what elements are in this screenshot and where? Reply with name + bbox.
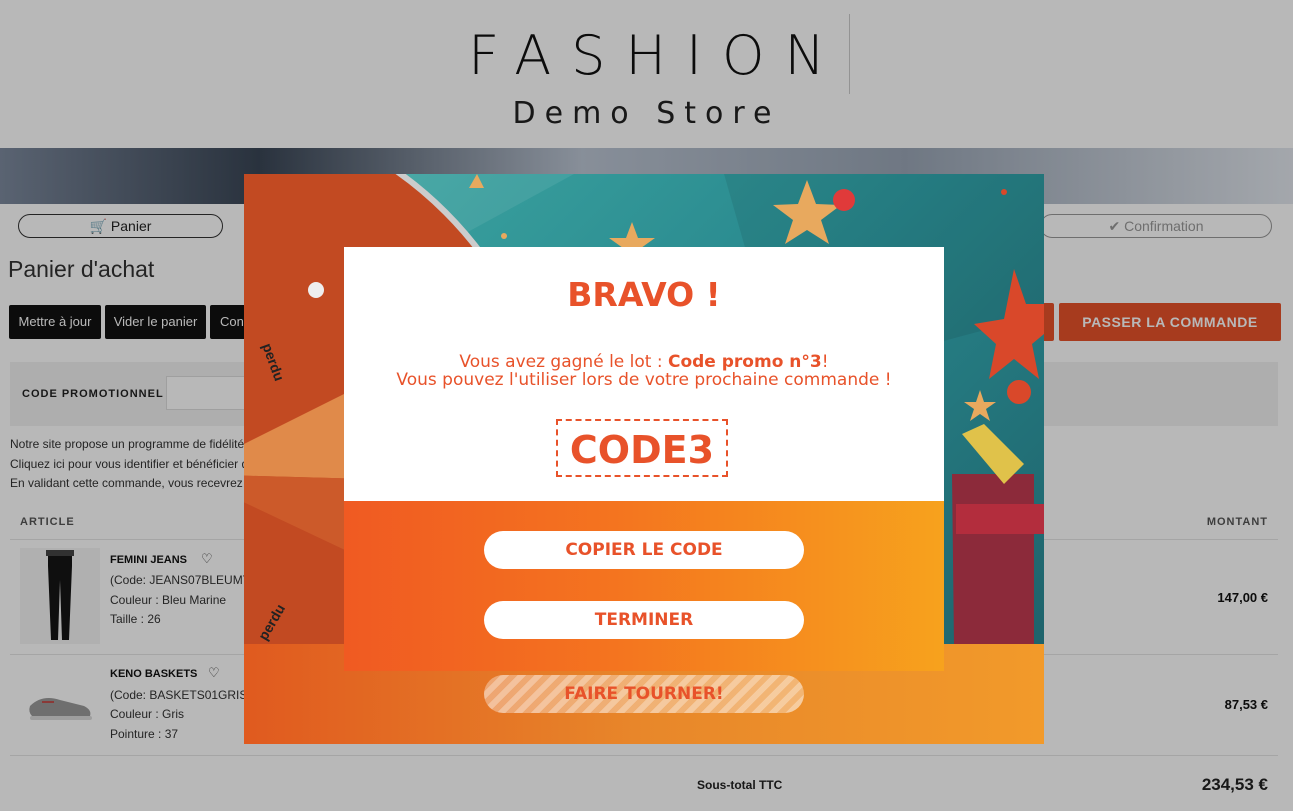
- copy-code-button[interactable]: COPIER LE CODE: [484, 531, 804, 569]
- finish-button[interactable]: TERMINER: [484, 601, 804, 639]
- modal-title: BRAVO !: [567, 275, 721, 314]
- message-line-2: Vous pouvez l'utiliser lors de votre pro…: [396, 370, 892, 390]
- spin-button[interactable]: FAIRE TOURNER!: [484, 675, 804, 713]
- modal-footer: COPIER LE CODE TERMINER: [344, 501, 944, 671]
- message-suffix: !: [821, 352, 829, 372]
- modal-message: Vous avez gagné le lot : Code promo n°3!…: [344, 353, 944, 389]
- prize-name: Code promo n°3: [667, 352, 822, 372]
- promo-code-display[interactable]: CODE3: [556, 419, 728, 477]
- message-prefix: Vous avez gagné le lot :: [459, 352, 668, 372]
- win-modal: BRAVO ! Vous avez gagné le lot : Code pr…: [344, 247, 944, 671]
